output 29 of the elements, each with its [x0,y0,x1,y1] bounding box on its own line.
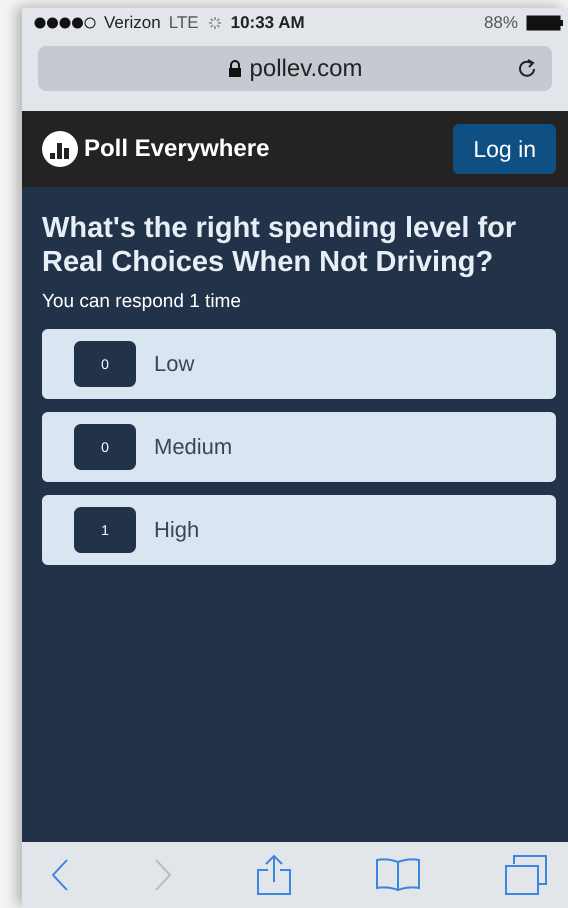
book-icon [375,856,421,894]
url-text: pollev.com [250,54,362,82]
vote-count: 1 [74,507,136,553]
network-type: LTE [168,13,199,33]
vote-count: 0 [74,424,136,470]
battery-percent: 88% [484,13,518,33]
poll-option[interactable]: 0 Low [42,329,556,399]
back-icon [50,858,70,892]
battery-icon [526,15,564,31]
activity-icon [206,15,223,31]
vote-count: 0 [74,341,136,387]
poll-question: What's the right spending level for Real Choices When Not Driving? [42,211,518,279]
lock-icon [228,60,242,78]
share-icon [256,854,292,896]
signal-icon [34,17,96,29]
tabs-icon [504,854,548,896]
option-label: Low [154,351,194,377]
poll-option[interactable]: 1 High [42,495,556,565]
address-bar[interactable]: pollev.com [38,46,552,91]
option-label: High [154,517,200,543]
status-time: 10:33 AM [230,13,305,33]
carrier-name: Verizon [104,13,161,33]
logo-icon [42,131,78,167]
forward-icon [153,858,173,892]
option-label: Medium [154,434,232,460]
response-note: You can respond 1 time [42,291,242,313]
poll-option[interactable]: 0 Medium [42,412,556,482]
brand-name: Poll Everywhere [84,135,270,163]
login-button[interactable]: Log in [453,124,556,174]
